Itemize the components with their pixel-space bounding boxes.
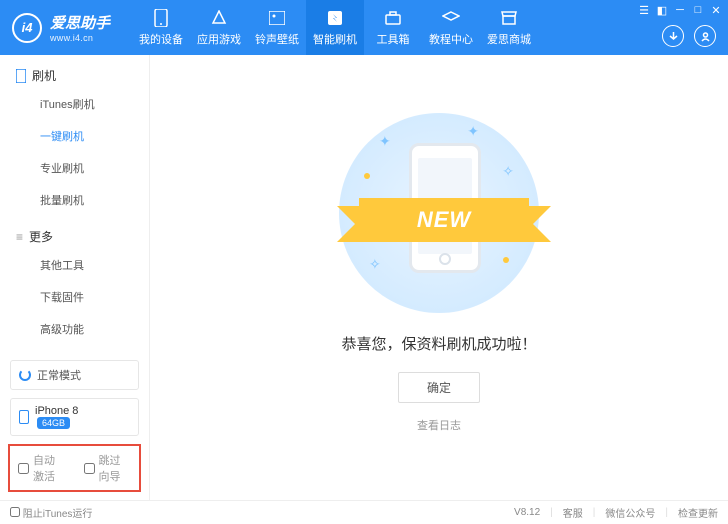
close-button[interactable]: ✕ (710, 4, 722, 16)
nav-toolbox[interactable]: 工具箱 (364, 0, 422, 55)
sidebar-item-itunes-flash[interactable]: iTunes刷机 (0, 88, 149, 120)
sidebar-item-batch-flash[interactable]: 批量刷机 (0, 184, 149, 216)
sidebar-item-download-firmware[interactable]: 下载固件 (0, 281, 149, 313)
nav-tutorials[interactable]: 教程中心 (422, 0, 480, 55)
toolbox-icon (384, 9, 402, 27)
flash-icon (326, 9, 344, 27)
content-area: ✦ ✦ ✧ ✧ NEW 恭喜您，保资料刷机成功啦！ 确定 查看日志 (150, 55, 728, 500)
skin-icon[interactable]: ◧ (656, 4, 668, 16)
nav-ringtones[interactable]: 铃声壁纸 (248, 0, 306, 55)
phone-icon (152, 9, 170, 27)
success-illustration: ✦ ✦ ✧ ✧ NEW (339, 113, 539, 313)
logo: i4 爱思助手 www.i4.cn (0, 12, 122, 43)
logo-url: www.i4.cn (50, 33, 110, 43)
sidebar-item-advanced[interactable]: 高级功能 (0, 313, 149, 345)
settings-icon[interactable]: ☰ (638, 4, 650, 16)
block-itunes-checkbox[interactable]: 阻止iTunes运行 (10, 505, 92, 520)
phone-icon (16, 69, 26, 83)
sidebar-section-more: ≡ 更多 (0, 216, 149, 249)
logo-mark: i4 (12, 13, 42, 43)
window-controls: ☰ ◧ ─ □ ✕ (638, 4, 722, 16)
apps-icon (210, 9, 228, 27)
options-highlight: 自动激活 跳过向导 (8, 444, 141, 492)
skip-setup-checkbox[interactable]: 跳过向导 (84, 452, 132, 484)
statusbar: 阻止iTunes运行 V8.12 | 客服 | 微信公众号 | 检查更新 (0, 500, 728, 524)
spinner-icon (19, 369, 31, 381)
minimize-button[interactable]: ─ (674, 4, 686, 16)
support-link[interactable]: 客服 (563, 505, 583, 520)
image-icon (268, 9, 286, 27)
version-label: V8.12 (514, 507, 540, 518)
download-button[interactable] (662, 25, 684, 47)
nav-apps[interactable]: 应用游戏 (190, 0, 248, 55)
storage-badge: 64GB (37, 417, 70, 429)
sidebar-section-flash: 刷机 (0, 55, 149, 88)
sidebar-item-other-tools[interactable]: 其他工具 (0, 249, 149, 281)
titlebar: i4 爱思助手 www.i4.cn 我的设备 应用游戏 铃声壁纸 智能刷机 工具… (0, 0, 728, 55)
menu-icon: ≡ (16, 230, 23, 244)
view-log-link[interactable]: 查看日志 (417, 417, 461, 433)
mode-indicator[interactable]: 正常模式 (10, 360, 139, 390)
top-nav: 我的设备 应用游戏 铃声壁纸 智能刷机 工具箱 教程中心 爱思商城 (132, 0, 538, 55)
nav-my-device[interactable]: 我的设备 (132, 0, 190, 55)
success-message: 恭喜您，保资料刷机成功啦！ (341, 333, 536, 354)
ok-button[interactable]: 确定 (398, 372, 480, 403)
nav-flash[interactable]: 智能刷机 (306, 0, 364, 55)
phone-icon (19, 410, 29, 424)
nav-store[interactable]: 爱思商城 (480, 0, 538, 55)
user-button[interactable] (694, 25, 716, 47)
sidebar-item-pro-flash[interactable]: 专业刷机 (0, 152, 149, 184)
maximize-button[interactable]: □ (692, 4, 704, 16)
store-icon (500, 9, 518, 27)
device-indicator[interactable]: iPhone 8 64GB (10, 398, 139, 436)
wechat-link[interactable]: 微信公众号 (605, 505, 655, 520)
sidebar: 刷机 iTunes刷机 一键刷机 专业刷机 批量刷机 ≡ 更多 其他工具 下载固… (0, 55, 150, 500)
logo-title: 爱思助手 (50, 12, 110, 33)
auto-activate-checkbox[interactable]: 自动激活 (18, 452, 66, 484)
new-ribbon: NEW (359, 198, 529, 242)
graduation-icon (442, 9, 460, 27)
device-name: iPhone 8 (35, 405, 78, 417)
sidebar-item-oneclick-flash[interactable]: 一键刷机 (0, 120, 149, 152)
check-update-link[interactable]: 检查更新 (678, 505, 718, 520)
